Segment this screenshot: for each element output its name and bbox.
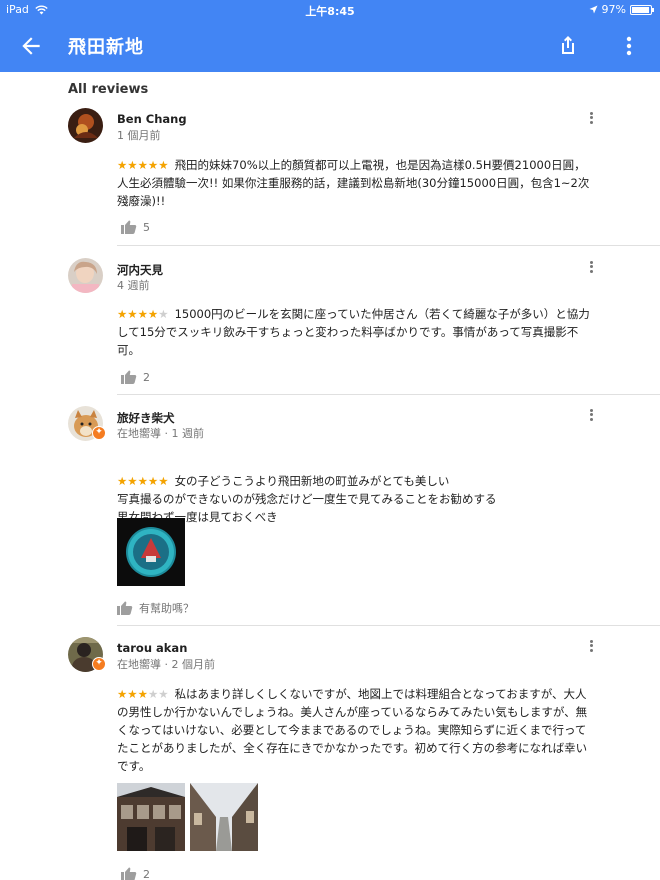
review-text-block: ★★★★★ 15000円のビールを玄関に座っていた仲居さん（若くて綺麗な子が多い）… (117, 305, 597, 359)
more-vert-icon[interactable] (584, 110, 598, 128)
thumb-up-icon (121, 867, 137, 880)
review-text: 女の子どうこうより飛田新地の町並みがとても美しい 写真撮るのができないのが残念だ… (117, 474, 497, 524)
thumb-up-icon (121, 370, 137, 384)
review-author[interactable]: Ben Chang (117, 112, 187, 126)
review-text: 私はあまり詳しくしくないですが、地図上では料理組合となっておますが、大人の男性し… (117, 687, 588, 773)
all-reviews-heading: All reviews (68, 82, 149, 97)
review-text: 飛田的妹妹70%以上的顏質都可以上電視，也是因為這樣0.5H要價21000日圓，… (117, 158, 590, 208)
more-vert-icon[interactable] (584, 407, 598, 425)
review-date: 在地嚮導 · 1 週前 (117, 427, 204, 440)
review-photo[interactable] (190, 783, 258, 851)
status-bar: iPad 上午8:45 97% (0, 0, 660, 20)
location-arrow-icon (589, 5, 598, 14)
avatar[interactable] (68, 258, 103, 293)
back-arrow-icon[interactable] (18, 33, 44, 59)
review-text-block: ★★★★★ 女の子どうこうより飛田新地の町並みがとても美しい 写真撮るのができない… (117, 454, 597, 526)
status-time: 上午8:45 (305, 5, 355, 18)
review-photo[interactable] (117, 518, 185, 586)
like-button[interactable]: 5 (121, 219, 150, 235)
review-date: 1 個月前 (117, 129, 161, 142)
like-count: 2 (143, 867, 150, 880)
battery-icon (630, 4, 654, 15)
helpful-label: 有幫助嗎？ (139, 602, 194, 615)
divider (117, 625, 660, 626)
like-count: 5 (143, 220, 150, 234)
like-button[interactable]: 2 (121, 866, 150, 880)
local-guide-badge: ✦ (92, 426, 106, 440)
more-vert-icon[interactable] (584, 259, 598, 277)
more-vert-icon[interactable] (618, 34, 640, 58)
page-title: 飛田新地 (68, 37, 144, 58)
review-author[interactable]: 河内天見 (117, 262, 163, 278)
more-vert-icon[interactable] (584, 638, 598, 656)
battery-level (632, 6, 650, 13)
review-photo[interactable] (117, 783, 185, 851)
thumb-up-icon (117, 601, 133, 615)
star-rating: ★★★★★ (117, 158, 169, 172)
battery-percent: 97% (601, 3, 626, 16)
review-date: 在地嚮導 · 2 個月前 (117, 658, 215, 671)
review-text-block: ★★★★★ 私はあまり詳しくしくないですが、地図上では料理組合となっておますが、大… (117, 685, 597, 775)
review-author[interactable]: 旅好き柴犬 (117, 410, 175, 426)
star-rating: ★★★★★ (117, 474, 169, 488)
avatar[interactable] (68, 108, 103, 143)
review-date: 4 週前 (117, 279, 150, 292)
star-rating: ★★★★★ (117, 307, 169, 321)
review-text-block: ★★★★★ 飛田的妹妹70%以上的顏質都可以上電視，也是因為這樣0.5H要價210… (117, 156, 597, 210)
thumb-up-icon (121, 220, 137, 234)
like-button[interactable]: 2 (121, 369, 150, 385)
share-icon[interactable] (556, 33, 580, 57)
app-bar: 飛田新地 (0, 20, 660, 72)
star-rating: ★★★★★ (117, 687, 169, 701)
like-count: 2 (143, 370, 150, 384)
divider (117, 394, 660, 395)
local-guide-badge: ✦ (92, 657, 106, 671)
helpful-button[interactable]: 有幫助嗎？ (117, 600, 194, 616)
review-author[interactable]: tarou akan (117, 641, 187, 655)
divider (117, 245, 660, 246)
review-text: 15000円のビールを玄関に座っていた仲居さん（若くて綺麗な子が多い）と協力して… (117, 307, 590, 357)
